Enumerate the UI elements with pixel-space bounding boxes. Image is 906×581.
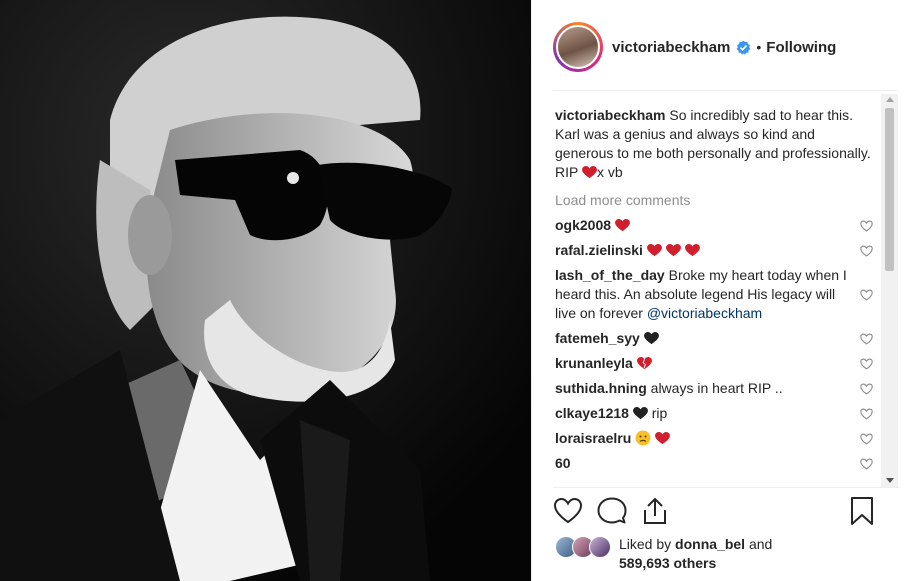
comment-row: 60 (555, 454, 875, 473)
comment-username[interactable]: suthida.hning (555, 380, 647, 396)
header-divider (553, 90, 899, 91)
comment-like-heart-icon[interactable] (860, 358, 873, 370)
following-button[interactable]: Following (766, 39, 836, 56)
caption-username[interactable]: victoriabeckham (555, 107, 666, 123)
liker-avatars[interactable] (555, 536, 613, 558)
comment-like-heart-icon[interactable] (860, 220, 873, 232)
scroll-up-arrow-icon[interactable] (886, 97, 894, 102)
likes-and-label: and (748, 536, 773, 552)
author-username[interactable]: victoriabeckham (612, 39, 730, 56)
comment-row: lash_of_the_day Broke my heart today whe… (555, 266, 875, 323)
broken-heart-emoji (636, 357, 652, 370)
comment-username[interactable]: loraisraelru (555, 430, 631, 446)
liker-username[interactable]: donna_bel (675, 536, 745, 552)
sad-face-emoji (635, 430, 651, 446)
red-heart-emoji (665, 244, 681, 257)
comment-username[interactable]: krunanleyla (555, 355, 633, 371)
comment-username[interactable]: fatemeh_syy (555, 330, 640, 346)
share-icon[interactable] (641, 496, 669, 526)
comment-row: rafal.zielinski (555, 241, 875, 260)
panel-divider (531, 0, 532, 581)
comments-scrollbar[interactable] (881, 94, 898, 488)
comment-username[interactable]: rafal.zielinski (555, 242, 643, 258)
comment-like-heart-icon[interactable] (860, 458, 873, 470)
comment-like-heart-icon[interactable] (860, 289, 873, 301)
comment-row: loraisraelru (555, 429, 875, 448)
liked-by-label: Liked by (619, 536, 672, 552)
bookmark-icon[interactable] (849, 496, 875, 526)
comment-row: suthida.hning always in heart RIP .. (555, 379, 875, 398)
red-heart-emoji (615, 219, 630, 232)
red-heart-emoji (684, 244, 700, 257)
comment-row: fatemeh_syy (555, 329, 875, 348)
comment-icon[interactable] (597, 496, 627, 526)
scrollbar-thumb[interactable] (885, 108, 894, 271)
post-photo[interactable] (0, 0, 531, 581)
author-avatar[interactable] (553, 22, 603, 72)
comment-row: clkaye1218 rip (555, 404, 875, 423)
black-heart-emoji (632, 407, 648, 420)
post-details-panel: victoriabeckham • Following victoriabeck… (531, 0, 906, 581)
comment-like-heart-icon[interactable] (860, 433, 873, 445)
comment-text: always in heart RIP .. (650, 380, 783, 396)
post-header: victoriabeckham • Following (553, 20, 836, 74)
red-heart-emoji (646, 244, 662, 257)
comments-list: victoriabeckham So incredibly sad to hea… (555, 106, 875, 489)
comment-like-heart-icon[interactable] (860, 333, 873, 345)
comment-like-heart-icon[interactable] (860, 245, 873, 257)
comment-username[interactable]: 60 (555, 455, 571, 471)
caption-signoff: x vb (596, 164, 623, 180)
red-heart-emoji (582, 166, 597, 179)
verified-badge-icon (736, 40, 751, 55)
comment-username[interactable]: clkaye1218 (555, 405, 629, 421)
black-heart-emoji (643, 332, 659, 345)
likes-text: Liked by donna_bel and 589,693 others (619, 535, 772, 573)
comment-like-heart-icon[interactable] (860, 383, 873, 395)
heart-icon[interactable] (553, 496, 583, 526)
portrait-image (0, 0, 531, 581)
actions-divider (553, 487, 899, 488)
load-more-comments-button[interactable]: Load more comments (555, 191, 875, 210)
comment-row: krunanleyla (555, 354, 875, 373)
red-heart-emoji (655, 432, 670, 445)
comment-row: ogk2008 (555, 216, 875, 235)
post-caption: victoriabeckham So incredibly sad to hea… (555, 106, 875, 182)
post-actions-bar (553, 496, 877, 530)
comment-mention-link[interactable]: @victoriabeckham (647, 305, 762, 321)
liker-avatar[interactable] (589, 536, 611, 558)
comment-text: rip (651, 405, 668, 421)
likes-summary: Liked by donna_bel and 589,693 others (555, 535, 772, 573)
separator-dot: • (756, 39, 762, 55)
comment-username[interactable]: ogk2008 (555, 217, 611, 233)
scroll-down-arrow-icon[interactable] (886, 478, 894, 483)
comment-like-heart-icon[interactable] (860, 408, 873, 420)
likes-count[interactable]: 589,693 others (619, 555, 716, 571)
comment-username[interactable]: lash_of_the_day (555, 267, 665, 283)
